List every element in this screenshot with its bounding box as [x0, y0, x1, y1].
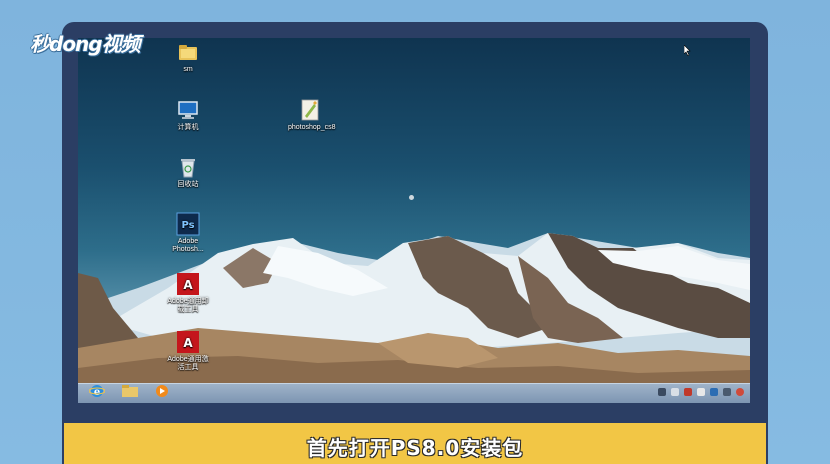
desktop-icon-label: Adobe Photosh... [172, 238, 204, 253]
adobe-uninstaller-icon: A [176, 272, 200, 296]
media-player-icon [155, 384, 169, 403]
watermark-logo: 秒dong视频 [30, 32, 141, 56]
ie-icon: e [88, 383, 106, 403]
desktop-icon-adobe-activator[interactable]: A Adobe通用激活工具 [166, 330, 210, 372]
taskbar-ie-button[interactable]: e [83, 385, 111, 402]
photoshop-installer-icon [298, 98, 322, 122]
desktop-icon-label: sm [183, 66, 193, 73]
photoshop-icon: Ps [176, 212, 200, 236]
input-icon[interactable] [710, 388, 718, 396]
computer-icon [176, 98, 200, 122]
desktop-icon-sm[interactable]: sm [166, 40, 210, 74]
desktop-icon-label: 计算机 [177, 124, 199, 131]
desktop-icon-computer[interactable]: 计算机 [166, 98, 210, 132]
taskbar-explorer-button[interactable] [116, 385, 144, 402]
svg-text:e: e [94, 387, 100, 398]
desktop-icon-recycle-bin[interactable]: 回收站 [166, 155, 210, 189]
mouse-cursor-icon [683, 43, 692, 61]
adobe-activator-icon: A [176, 330, 200, 354]
svg-text:A: A [183, 336, 193, 350]
folder-icon [121, 384, 139, 403]
desktop-icon-adobe-uninstaller[interactable]: A Adobe通用卸载工具 [166, 272, 210, 314]
taskbar: e [78, 383, 750, 403]
taskbar-media-player-button[interactable] [148, 385, 176, 402]
desktop-icon-label: Adobe通用卸载工具 [167, 298, 209, 313]
desktop-icon-label: Adobe通用激活工具 [167, 356, 209, 371]
moon [409, 195, 414, 200]
desktop-icon-label: 回收站 [177, 181, 199, 188]
monitor-frame: sm 计算机 回收站 Ps Adobe Photosh... A Adobe通用… [62, 22, 768, 464]
svg-text:Ps: Ps [181, 220, 194, 231]
recycle-bin-icon [176, 155, 200, 179]
svg-text:A: A [183, 278, 193, 292]
desktop-icon-photoshop[interactable]: Ps Adobe Photosh... [166, 212, 210, 254]
caption-bar: 首先打开PS8.0安装包 [64, 423, 766, 464]
power-icon[interactable] [736, 388, 744, 396]
caption-text: 首先打开PS8.0安装包 [306, 436, 524, 460]
system-tray [658, 388, 744, 396]
desktop-icon-photoshop-installer[interactable]: photoshop_cs8 [288, 98, 336, 132]
volume-icon[interactable] [684, 388, 692, 396]
desktop-icon-label: photoshop_cs8 [288, 124, 336, 131]
action-center-icon[interactable] [658, 388, 666, 396]
shield-icon[interactable] [723, 388, 731, 396]
network-icon[interactable] [671, 388, 679, 396]
folder-icon [176, 40, 200, 64]
desktop-screen: sm 计算机 回收站 Ps Adobe Photosh... A Adobe通用… [78, 38, 750, 403]
flag-icon[interactable] [697, 388, 705, 396]
